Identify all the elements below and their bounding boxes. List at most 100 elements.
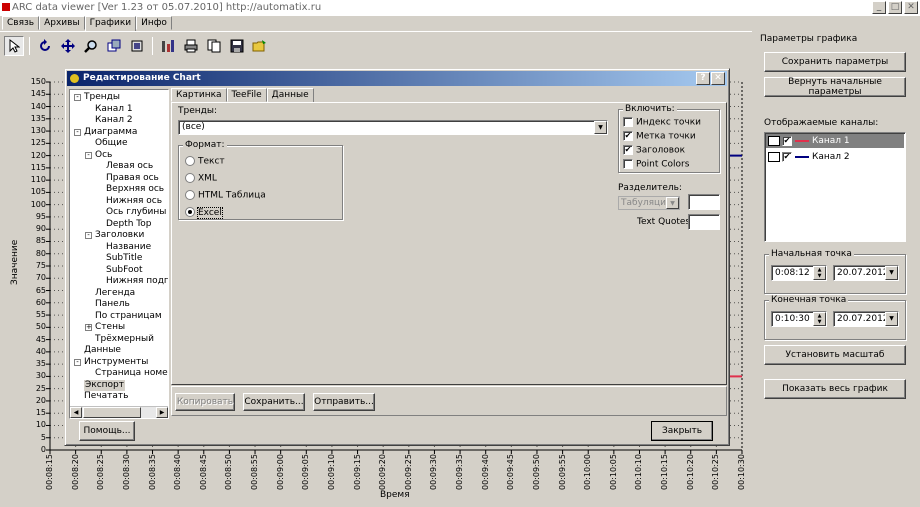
tree-item[interactable]: Данные [84, 345, 121, 356]
rotate-icon[interactable] [35, 36, 55, 56]
zoom-icon[interactable] [81, 36, 101, 56]
tree-hscroll[interactable]: ◀ ▶ [70, 406, 168, 418]
y-tick-label: 110 [30, 175, 46, 185]
tree-expander-icon[interactable]: - [74, 128, 81, 136]
tree-item[interactable]: Диаграмма [84, 127, 137, 138]
include-point-index-checkbox[interactable]: Индекс точки [623, 117, 701, 128]
trends-select[interactable]: (все) ▼ [178, 120, 608, 135]
copy-icon[interactable] [204, 36, 224, 56]
tree-item[interactable]: Печатать [84, 391, 128, 402]
open-folder-icon[interactable] [250, 36, 270, 56]
tab-teefile[interactable]: TeeFile [226, 88, 267, 102]
tree-item[interactable]: Панель [95, 299, 130, 310]
chart-series-icon [768, 152, 780, 162]
tree-item[interactable]: Стены [95, 322, 125, 333]
text-quotes-label: Text Quotes: [637, 217, 694, 227]
send-button[interactable]: Отправить... [313, 393, 375, 411]
tab-info[interactable]: Инфо [136, 16, 172, 30]
restore-params-button[interactable]: Вернуть начальные параметры [764, 77, 906, 97]
tree-item[interactable]: Страница номер [95, 368, 168, 379]
start-date-input[interactable]: 20.07.2012 ▼ [833, 265, 899, 281]
tree-expander-icon[interactable]: - [85, 151, 92, 159]
tree-expander-icon[interactable]: + [85, 324, 92, 331]
scroll-left-icon[interactable]: ◀ [70, 407, 82, 418]
tree-item[interactable]: Канал 1 [95, 104, 133, 115]
tree-item[interactable]: Верхняя ось [106, 184, 164, 195]
tree-item[interactable]: Трёхмерный [95, 334, 154, 345]
scroll-thumb[interactable] [83, 407, 141, 418]
tab-charts[interactable]: Графики [84, 16, 137, 31]
channel-item[interactable]: ✔ Канал 2 [766, 150, 904, 164]
tree-expander-icon[interactable]: - [74, 358, 81, 366]
tree-expander-icon[interactable]: - [74, 94, 81, 101]
tree-item[interactable]: Нижняя ось [106, 196, 162, 207]
dialog-help-button[interactable]: ? [696, 72, 710, 85]
text-quotes-input[interactable] [688, 214, 720, 230]
tree-item[interactable]: По страницам [95, 311, 162, 322]
scroll-right-icon[interactable]: ▶ [156, 407, 168, 418]
tree-item[interactable]: Легенда [95, 288, 135, 299]
format-xml-radio[interactable]: XML [185, 173, 217, 184]
show-all-button[interactable]: Показать весь график [764, 379, 906, 399]
edit-chart-icon[interactable] [158, 36, 178, 56]
settings-tree[interactable]: ◀ ▶ Тренды - Канал 1 Канал 2 Диаграмма - Общие… [69, 89, 169, 419]
include-point-label-checkbox[interactable]: ✔ Метка точки [623, 131, 696, 142]
tree-item[interactable]: Канал 2 [95, 115, 133, 126]
tree-item[interactable]: Нижняя подпи [106, 276, 168, 287]
maximize-button[interactable]: □ [888, 1, 902, 14]
format-excel-radio[interactable]: Excel [185, 206, 223, 219]
tree-item[interactable]: Правая ось [106, 173, 159, 184]
y-tick-label: 90 [35, 224, 46, 234]
tree-item[interactable]: Экспорт [84, 379, 126, 391]
format-text-radio[interactable]: Текст [185, 156, 225, 167]
end-date-input[interactable]: 20.07.2012 ▼ [833, 311, 899, 327]
depth-icon[interactable] [104, 36, 124, 56]
tree-item[interactable]: Ось [95, 150, 112, 161]
channel-checkbox[interactable]: ✔ [782, 152, 792, 162]
print-icon[interactable] [181, 36, 201, 56]
tree-item[interactable]: Заголовки [95, 230, 144, 241]
tree-item[interactable]: Depth Top [106, 219, 151, 230]
help-button[interactable]: Помощь... [79, 421, 135, 441]
tree-item[interactable]: Название [106, 242, 151, 253]
pointer-icon[interactable] [4, 36, 24, 56]
close-dialog-button[interactable]: Закрыть [651, 421, 713, 441]
tree-item[interactable]: SubTitle [106, 253, 142, 264]
tree-item[interactable]: SubFoot [106, 265, 143, 276]
delimiter-select[interactable]: Табуляция ▼ [618, 196, 680, 210]
channel-checkbox[interactable]: ✔ [782, 136, 792, 146]
save-icon[interactable] [227, 36, 247, 56]
save-params-button[interactable]: Сохранить параметры [764, 52, 906, 72]
channels-list[interactable]: ✔ Канал 1 ✔ Канал 2 [764, 132, 906, 242]
y-tick-label: 80 [35, 248, 46, 258]
tree-expander-icon[interactable]: - [85, 232, 92, 239]
start-time-input[interactable]: 0:08:12 ▲ ▼ [771, 265, 827, 281]
set-scale-button[interactable]: Установить масштаб [764, 345, 906, 365]
minimize-button[interactable]: _ [872, 1, 886, 14]
delimiter-custom-input[interactable] [688, 194, 720, 210]
tab-data[interactable]: Данные [266, 88, 314, 103]
format-html-radio[interactable]: HTML Таблица [185, 190, 266, 201]
tree-item[interactable]: Общие [95, 138, 128, 149]
tree-item[interactable]: Ось глубины [106, 207, 166, 218]
y-tick-label: 140 [30, 101, 46, 111]
include-header-checkbox[interactable]: ✔ Заголовок [623, 145, 685, 156]
x-tick-label: 00:09:45 [506, 454, 516, 490]
tab-picture[interactable]: Картинка [171, 88, 227, 102]
tree-item[interactable]: Левая ось [106, 161, 153, 172]
panel-title: Параметры графика [760, 34, 858, 44]
channel-item[interactable]: ✔ Канал 1 [766, 134, 904, 148]
dialog-close-button[interactable]: ✕ [711, 72, 725, 85]
close-button[interactable]: ✕ [904, 1, 918, 14]
include-point-colors-checkbox[interactable]: Point Colors [623, 159, 689, 170]
move-icon[interactable] [58, 36, 78, 56]
tab-archives[interactable]: Архивы [39, 16, 85, 30]
end-time-input[interactable]: 0:10:30 ▲ ▼ [771, 311, 827, 327]
tree-item[interactable]: Инструменты [84, 357, 148, 368]
tab-connection[interactable]: Связь [2, 16, 40, 30]
x-tick-label: 00:09:50 [531, 454, 541, 490]
3d-icon[interactable] [127, 36, 147, 56]
tree-item[interactable]: Тренды [84, 92, 120, 103]
save-button[interactable]: Сохранить... [243, 393, 305, 411]
copy-button[interactable]: Копировать [175, 393, 235, 411]
